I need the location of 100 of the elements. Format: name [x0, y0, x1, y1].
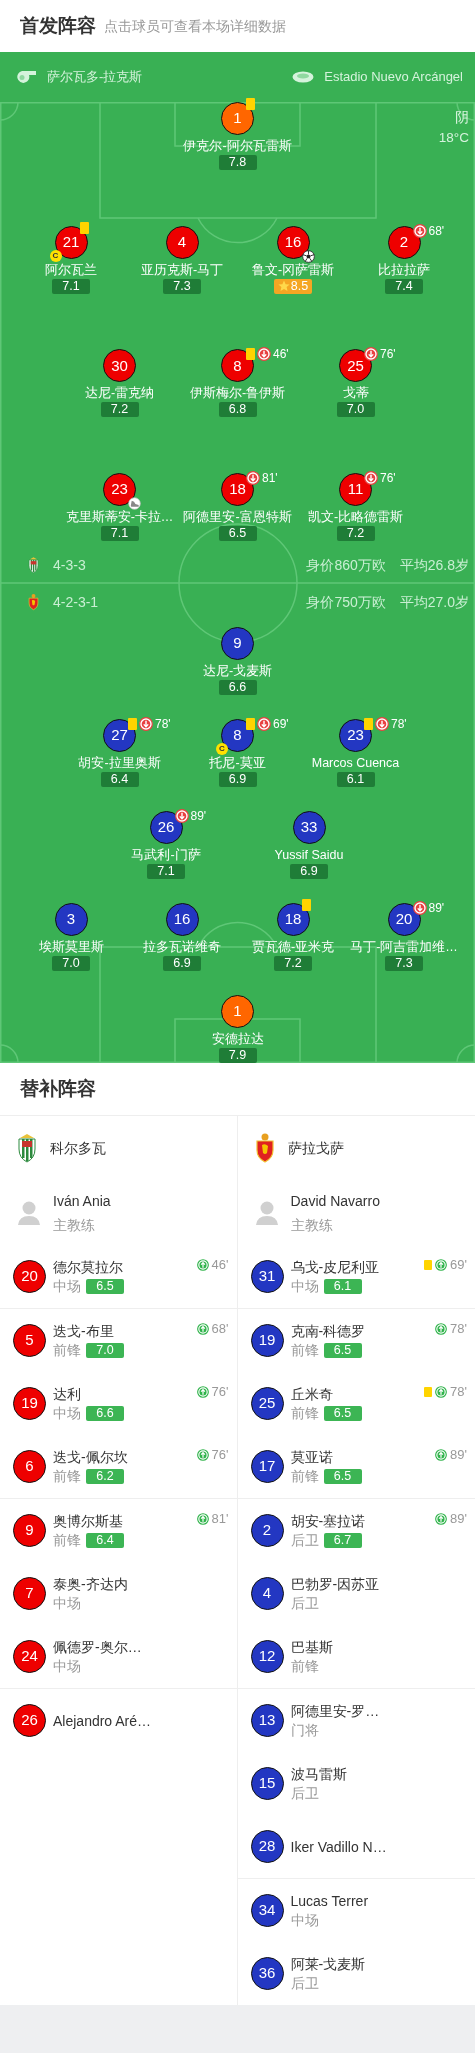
player-name: 阿德里安-富恩特斯 [183, 508, 292, 525]
substitution-minute: 81' [262, 469, 278, 487]
player-rating: 6.5 [323, 1343, 362, 1358]
player-position: 前锋 [290, 1657, 319, 1676]
player-marker[interactable]: 16 [276, 225, 310, 259]
player-marker[interactable]: 24 [13, 1640, 46, 1673]
player-marker[interactable]: 27 [103, 719, 136, 752]
player-name: 达尼-雷克纳 [84, 385, 155, 402]
substitution-minute: 69' [273, 716, 289, 733]
player-name: 阿尔瓦兰 [45, 261, 97, 278]
player-name: 亚历克斯-马丁 [140, 261, 224, 278]
player-rating: 6.9 [290, 864, 328, 879]
player-marker[interactable]: 11 [339, 472, 372, 506]
player-marker[interactable]: 5 [13, 1324, 46, 1357]
sub-out-icon [364, 347, 378, 362]
player-marker[interactable]: 23 [103, 472, 136, 506]
player-rating: 6.9 [218, 772, 257, 787]
player-rating: 6.5 [323, 1406, 362, 1421]
player-marker[interactable]: 6 [13, 1450, 46, 1483]
substitution-minute: 69' [450, 1256, 467, 1274]
player-marker[interactable]: 20 [13, 1260, 46, 1293]
player-marker[interactable]: 19 [250, 1324, 284, 1357]
sub-in-icon [196, 1512, 209, 1525]
average-age: 平均27.0岁 [399, 592, 469, 612]
player-marker[interactable]: 16 [165, 903, 199, 936]
player-position: 中场 [53, 1404, 81, 1423]
player-marker[interactable]: 12 [250, 1640, 284, 1673]
player-rating: 6.4 [86, 1533, 124, 1548]
player-name: 佩德罗-奥尔… [53, 1637, 142, 1657]
player-rating: 6.1 [336, 772, 375, 787]
player-marker[interactable]: 2 [387, 225, 421, 259]
player-marker[interactable]: 25 [339, 349, 372, 383]
player-name: 托尼-莫亚 [209, 755, 266, 771]
substitution-minute: 76' [211, 1383, 229, 1401]
player-position: 后卫 [290, 1531, 319, 1550]
person-silhouette-icon [254, 1199, 279, 1226]
substitution-minute: 68' [428, 222, 445, 240]
player-marker[interactable]: 4 [250, 1577, 284, 1610]
player-rating: 6.5 [218, 525, 257, 541]
player-marker[interactable]: 9 [13, 1514, 46, 1547]
player-rating: 7.2 [274, 956, 312, 971]
player-name: 凯文-比略德雷斯 [307, 508, 404, 525]
player-marker[interactable]: 4 [165, 225, 199, 259]
player-name: 安德拉达 [211, 1031, 264, 1047]
player-rating: 7.0 [86, 1343, 124, 1358]
sub-in-icon [435, 1258, 448, 1271]
player-marker[interactable]: 2 [250, 1514, 284, 1547]
substitution-minute: 68' [211, 1320, 229, 1338]
player-rating: 6.1 [323, 1279, 362, 1294]
player-marker[interactable]: 20 [387, 903, 421, 936]
player-name: Alejandro Aré… [53, 1711, 152, 1731]
player-marker[interactable]: 36 [250, 1957, 284, 1990]
player-marker[interactable]: 30 [103, 349, 136, 383]
player-marker[interactable]: 7 [13, 1577, 46, 1610]
sub-out-icon [375, 717, 389, 731]
substitution-minute: 78' [450, 1383, 467, 1401]
player-name: 比拉拉萨 [378, 261, 430, 278]
player-position: 前锋 [290, 1467, 319, 1486]
player-name: Yussif Saidu [274, 847, 344, 863]
player-name: Lucas Terrer [290, 1891, 369, 1911]
player-name: 乌戈-皮尼利亚 [290, 1257, 380, 1277]
sub-out-icon [139, 717, 153, 731]
formation-text: 4-3-3 [53, 555, 86, 575]
player-rating: 6.4 [100, 772, 139, 787]
player-position: 门将 [290, 1721, 319, 1740]
player-name: 迭戈-佩尔坎 [53, 1447, 128, 1467]
player-position: 后卫 [290, 1974, 319, 1993]
sub-in-icon [196, 1448, 209, 1461]
player-marker[interactable]: 34 [250, 1894, 284, 1927]
player-marker[interactable]: 23 [339, 719, 372, 752]
substitution-minute: 78' [391, 716, 407, 733]
striped-crest-icon [28, 556, 39, 574]
player-name: 克南-科德罗 [290, 1321, 366, 1341]
player-marker[interactable]: 9 [221, 627, 254, 660]
substitution-minute: 89' [450, 1510, 467, 1528]
player-rating: 6.6 [86, 1406, 124, 1421]
player-marker[interactable]: 8 [221, 349, 254, 383]
sub-out-icon [257, 717, 271, 731]
player-marker[interactable]: 26 [13, 1704, 46, 1737]
player-marker[interactable]: 13 [250, 1704, 284, 1737]
section-title: 替补阵容 [0, 1063, 475, 1116]
player-marker[interactable]: 18 [276, 903, 310, 936]
player-marker[interactable]: 31 [250, 1260, 284, 1293]
player-marker[interactable]: 26 [149, 811, 183, 844]
striped-crest-icon [17, 1133, 37, 1163]
player-rating: 7.9 [218, 1048, 257, 1063]
player-marker[interactable]: 19 [13, 1387, 46, 1420]
player-marker[interactable]: 28 [250, 1830, 284, 1863]
player-marker[interactable]: 17 [250, 1450, 284, 1483]
player-rating: 7.0 [52, 956, 90, 971]
player-marker[interactable]: 3 [54, 903, 88, 936]
player-marker[interactable]: 15 [250, 1767, 284, 1800]
player-marker[interactable]: 18 [221, 472, 254, 506]
coach-name: Iván Ania [53, 1191, 111, 1211]
player-position: 后卫 [290, 1594, 319, 1613]
player-rating: 7.3 [385, 956, 423, 971]
player-marker[interactable]: 25 [250, 1387, 284, 1420]
sub-in-icon [196, 1385, 209, 1398]
player-rating: 6.5 [86, 1279, 124, 1294]
player-marker[interactable]: 33 [292, 811, 326, 844]
